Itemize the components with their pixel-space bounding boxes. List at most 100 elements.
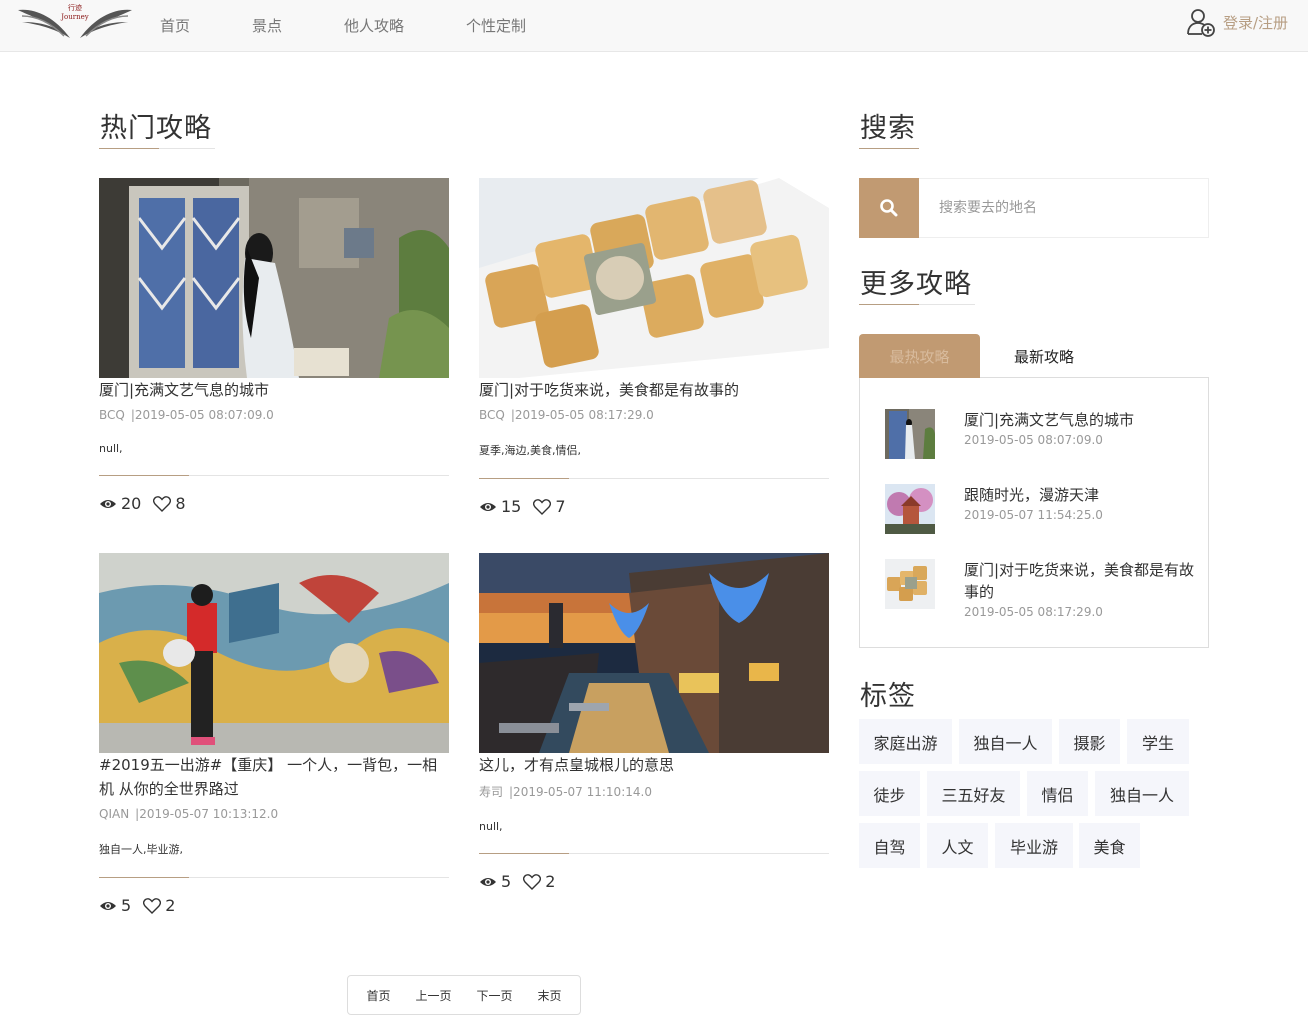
search-input[interactable] (919, 179, 1208, 237)
guide-title[interactable]: 这儿，才有点皇城根儿的意思 (479, 753, 829, 777)
site-logo[interactable]: 行迹 Journey (14, 2, 136, 42)
nav-others-guides[interactable]: 他人攻略 (324, 0, 424, 52)
guide-stats: 15 7 (479, 497, 829, 516)
tag-item[interactable]: 人文 (927, 823, 988, 868)
logo-text: 行迹 Journey (61, 4, 89, 21)
post-title: 厦门|充满文艺气息的城市 (964, 411, 1135, 429)
guide-author: BCQ (479, 408, 505, 422)
guide-date: |2019-05-05 08:07:09.0 (130, 408, 274, 422)
guide-meta: 寿司 |2019-05-07 11:10:14.0 (479, 783, 829, 800)
guides-tabs: 最热攻略 最新攻略 (859, 334, 1209, 378)
views-value: 20 (121, 494, 142, 513)
guide-date: |2019-05-07 11:10:14.0 (509, 785, 652, 799)
guide-card: 这儿，才有点皇城根儿的意思 寿司 |2019-05-07 11:10:14.0 n… (479, 553, 829, 891)
page-last[interactable]: 末页 (537, 987, 561, 1004)
eye-icon (100, 499, 116, 508)
guide-title[interactable]: #2019五一出游#【重庆】 一个人，一背包，一相机 从你的全世界路过 (99, 753, 449, 801)
page-first[interactable]: 首页 (366, 987, 390, 1004)
guide-title[interactable]: 厦门|充满文艺气息的城市 (99, 378, 449, 402)
more-guides-underline (859, 304, 975, 305)
guide-stats: 20 8 (99, 494, 449, 513)
views-value: 5 (501, 872, 512, 891)
heart-icon (143, 897, 162, 914)
tag-item[interactable]: 学生 (1127, 719, 1189, 764)
guide-tags: null, (99, 442, 123, 455)
pastry-box-photo[interactable] (479, 178, 829, 378)
tag-item[interactable]: 情侣 (1027, 771, 1088, 816)
page-next[interactable]: 下一页 (476, 987, 512, 1004)
post-title: 厦门|对于吃货来说，美食都是有故事的 (964, 561, 1195, 601)
tag-item[interactable]: 独自一人 (959, 719, 1052, 764)
guide-date: |2019-05-05 08:17:29.0 (510, 408, 654, 422)
heart-icon (533, 498, 552, 515)
hot-guides-title: 热门攻略 (100, 113, 212, 144)
eye-icon (480, 502, 496, 511)
more-guides-title: 更多攻略 (860, 269, 972, 300)
main-nav: 首页 景点 他人攻略 个性定制 (140, 0, 568, 52)
likes-count[interactable]: 2 (523, 872, 555, 891)
eye-icon (480, 877, 496, 886)
likes-value: 7 (555, 497, 566, 516)
guide-stats: 5 2 (479, 872, 829, 891)
woman-at-window-photo[interactable] (99, 178, 449, 378)
heart-icon (153, 495, 172, 512)
tag-item[interactable]: 自驾 (859, 823, 920, 868)
guide-title[interactable]: 厦门|对于吃货来说，美食都是有故事的 (479, 378, 829, 402)
tag-item[interactable]: 摄影 (1059, 719, 1120, 764)
tag-item[interactable]: 三五好友 (927, 771, 1020, 816)
post-date: 2019-05-05 08:17:29.0 (964, 605, 1103, 619)
nav-attractions[interactable]: 景点 (232, 0, 302, 52)
guide-divider (99, 475, 449, 476)
views-count: 20 (99, 494, 141, 513)
guide-stats: 5 2 (99, 896, 449, 915)
guide-tags: 独自一人,毕业游, (99, 843, 183, 856)
tags-title: 标签 (860, 681, 916, 712)
tag-item[interactable]: 毕业游 (995, 823, 1073, 868)
nav-home[interactable]: 首页 (140, 0, 210, 52)
tag-item[interactable]: 家庭出游 (859, 719, 952, 764)
likes-count[interactable]: 7 (533, 497, 566, 516)
login-label: 登录/注册 (1222, 13, 1288, 32)
guide-divider (479, 478, 829, 479)
guide-tags: null, (479, 820, 503, 833)
canal-night-photo[interactable] (479, 553, 829, 753)
likes-count[interactable]: 8 (153, 494, 186, 513)
list-item[interactable]: 跟随时光，漫游天津 2019-05-07 11:54:25.0 (885, 484, 1195, 534)
nav-custom-trip[interactable]: 个性定制 (446, 0, 546, 52)
guide-date: |2019-05-07 10:13:12.0 (135, 807, 279, 821)
list-item[interactable]: 厦门|充满文艺气息的城市 2019-05-05 08:07:09.0 (885, 409, 1195, 459)
likes-value: 8 (175, 494, 186, 513)
search-title: 搜索 (860, 113, 916, 144)
mural-wall-photo[interactable] (99, 553, 449, 753)
guide-tags: 夏季,海边,美食,情侣, (479, 444, 581, 457)
search-button[interactable] (859, 178, 919, 238)
guide-card: 厦门|对于吃货来说，美食都是有故事的 BCQ |2019-05-05 08:17:… (479, 178, 829, 516)
tag-item[interactable]: 徒步 (859, 771, 920, 816)
likes-value: 2 (165, 896, 176, 915)
search-underline (859, 148, 919, 149)
heart-icon (523, 873, 542, 890)
post-date: 2019-05-07 11:54:25.0 (964, 508, 1103, 522)
views-value: 5 (121, 896, 132, 915)
views-count: 15 (479, 497, 521, 516)
top-navbar: 行迹 Journey 首页 景点 他人攻略 个性定制 登录/注册 (0, 0, 1308, 52)
hot-guides-underline (99, 148, 215, 149)
search-icon (880, 199, 898, 217)
hottest-guides-panel: 厦门|充满文艺气息的城市 2019-05-05 08:07:09.0 跟随时光，… (859, 378, 1209, 648)
guide-card: #2019五一出游#【重庆】 一个人，一背包，一相机 从你的全世界路过 QIAN… (99, 553, 449, 915)
eye-icon (100, 901, 116, 910)
search-bar (859, 178, 1209, 238)
tab-newest[interactable]: 最新攻略 (980, 334, 1108, 378)
views-count: 5 (479, 872, 511, 891)
pagination: 首页 上一页 下一页 末页 (347, 975, 581, 1015)
tab-hottest[interactable]: 最热攻略 (859, 334, 980, 378)
list-item[interactable]: 厦门|对于吃货来说，美食都是有故事的 2019-05-05 08:17:29.0 (885, 559, 1195, 619)
login-register-button[interactable]: 登录/注册 (1185, 6, 1288, 38)
tag-item[interactable]: 美食 (1079, 823, 1140, 868)
likes-count[interactable]: 2 (143, 896, 175, 915)
user-add-icon (1187, 9, 1215, 37)
page-prev[interactable]: 上一页 (415, 987, 451, 1004)
guide-author: BCQ (99, 408, 125, 422)
tag-item[interactable]: 独自一人 (1095, 771, 1189, 816)
guide-meta: QIAN |2019-05-07 10:13:12.0 (99, 807, 449, 821)
